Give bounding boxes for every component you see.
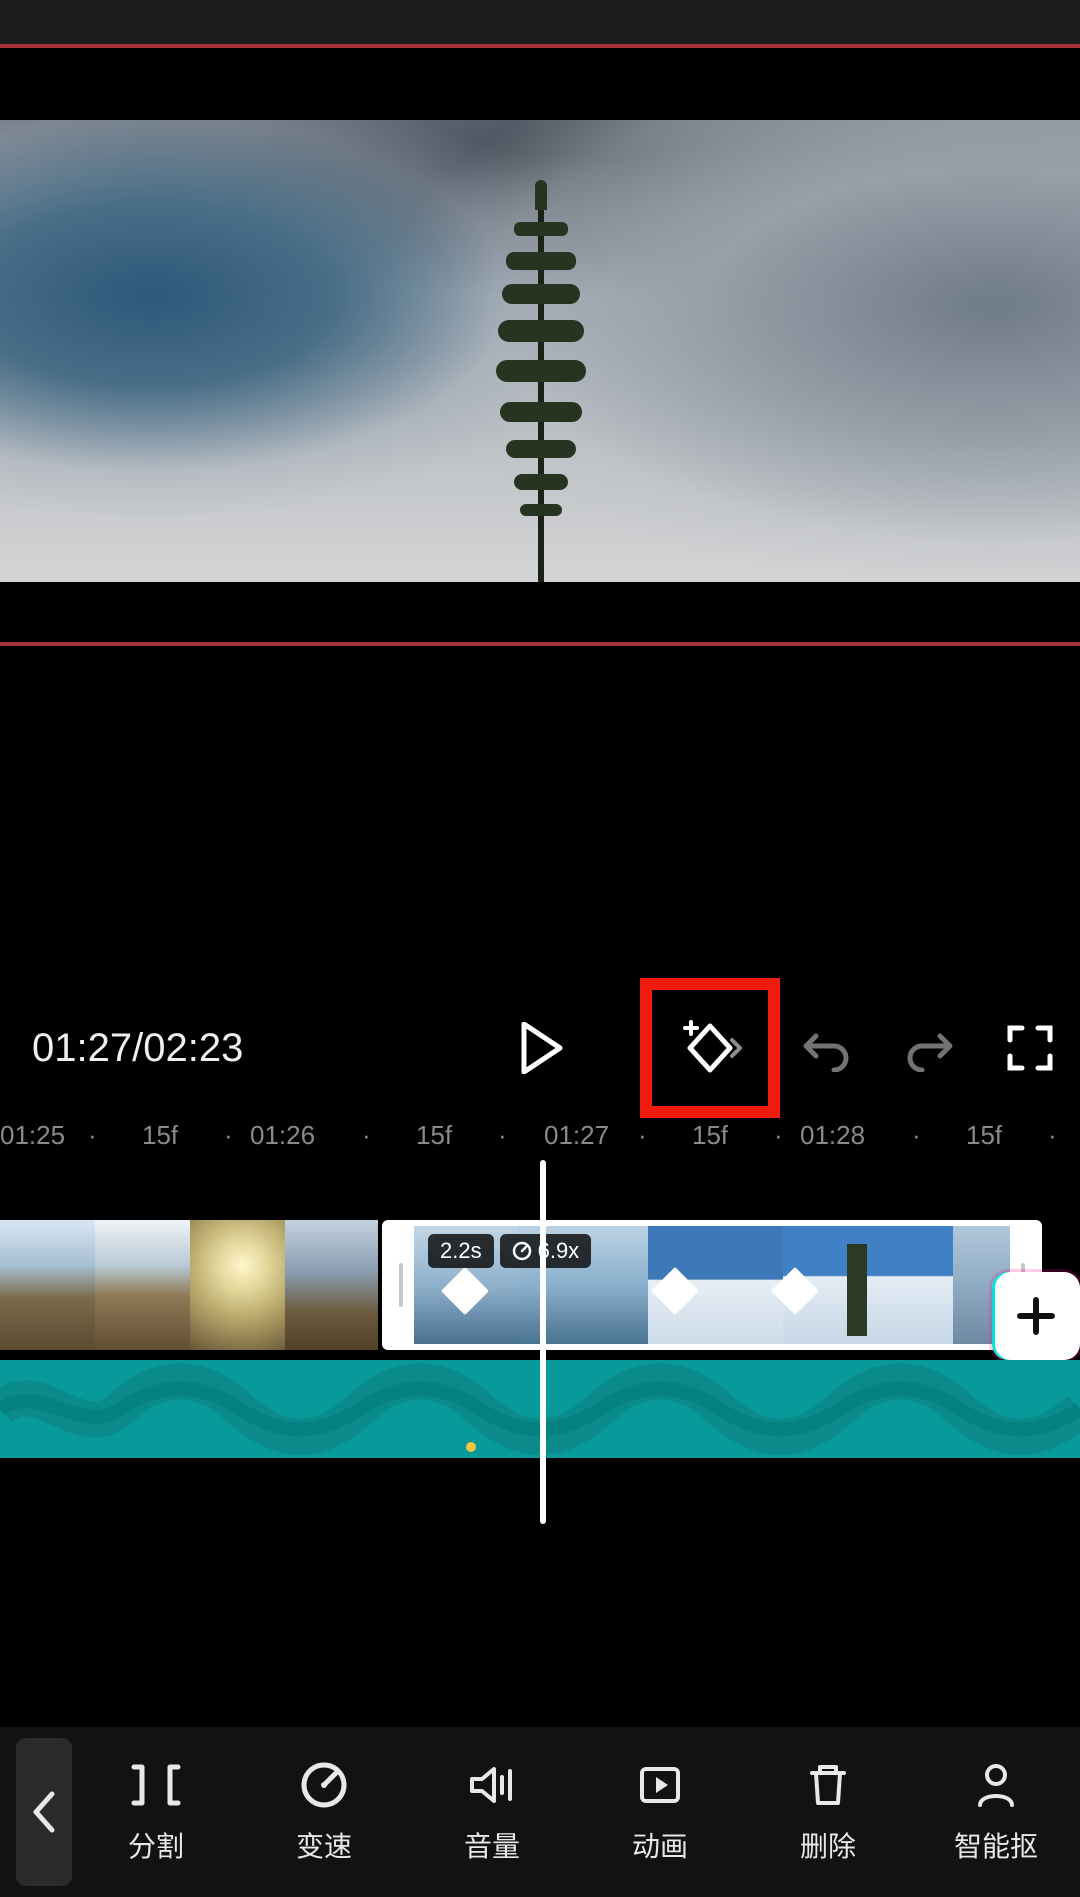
- ruler-tick: ·: [88, 1120, 97, 1151]
- keyframe-marker[interactable]: [448, 1274, 482, 1308]
- chevron-left-icon: [28, 1788, 60, 1836]
- toolbar-back-button[interactable]: [16, 1738, 72, 1886]
- keyframe-marker[interactable]: [658, 1274, 692, 1308]
- clip-selected[interactable]: 2.2s 6.9x: [382, 1220, 1042, 1350]
- playback-controls: 01:27/02:23: [0, 986, 1080, 1106]
- tool-speed[interactable]: 变速: [240, 1759, 408, 1865]
- tool-label: 变速: [296, 1825, 352, 1865]
- tool-label: 分割: [128, 1825, 184, 1865]
- time-display: 01:27/02:23: [32, 1026, 243, 1071]
- trash-icon: [802, 1759, 854, 1811]
- volume-icon: [466, 1759, 518, 1811]
- tool-label: 智能抠: [954, 1825, 1038, 1865]
- ruler-tick: ·: [638, 1120, 647, 1151]
- playhead[interactable]: [540, 1160, 546, 1524]
- ruler-tick: ·: [224, 1120, 233, 1151]
- play-icon: [520, 1022, 564, 1074]
- ruler-tick: ·: [362, 1120, 371, 1151]
- animation-icon: [634, 1759, 686, 1811]
- ruler-tick: ·: [1048, 1120, 1057, 1151]
- tool-label: 动画: [632, 1825, 688, 1865]
- ruler-tick: 15f: [142, 1120, 178, 1151]
- add-keyframe-button[interactable]: [672, 1010, 748, 1086]
- split-icon: [130, 1759, 182, 1811]
- play-button[interactable]: [512, 1018, 572, 1078]
- undo-icon: [800, 1024, 852, 1072]
- bottom-toolbar: 分割 变速 音量 动画 删除 智能抠: [0, 1727, 1080, 1897]
- clip-thumb: [190, 1220, 285, 1350]
- preview-frame: [0, 44, 1080, 646]
- ruler-tick: 01:27: [544, 1120, 609, 1151]
- preview-subject-tree: [496, 192, 586, 582]
- ruler-tick: 01:28: [800, 1120, 865, 1151]
- ruler-tick: ·: [912, 1120, 921, 1151]
- timeline-ruler[interactable]: 01:25 · 15f · 01:26 · 15f · 01:27 · 15f · 01:28 · 15f ·: [0, 1106, 1080, 1160]
- ruler-tick: 15f: [692, 1120, 728, 1151]
- person-icon: [970, 1759, 1022, 1811]
- clip-thumb: [95, 1220, 190, 1350]
- undo-button[interactable]: [796, 1018, 856, 1078]
- time-sep: /: [132, 1026, 143, 1070]
- duration-badge: 2.2s: [428, 1234, 494, 1268]
- status-band: [0, 0, 1080, 44]
- ruler-tick: 01:26: [250, 1120, 315, 1151]
- speed-icon: [512, 1241, 532, 1261]
- tool-label: 删除: [800, 1825, 856, 1865]
- video-preview[interactable]: [0, 120, 1080, 582]
- keyframe-marker[interactable]: [778, 1274, 812, 1308]
- tool-label: 音量: [464, 1825, 520, 1865]
- tool-animation[interactable]: 动画: [576, 1759, 744, 1865]
- redo-icon: [904, 1024, 956, 1072]
- add-keyframe-icon: [678, 1020, 742, 1076]
- current-time: 01:27: [32, 1026, 132, 1070]
- audio-marker: [466, 1442, 476, 1452]
- ruler-tick: 15f: [416, 1120, 452, 1151]
- diamond-icon: [441, 1267, 489, 1315]
- ruler-tick: 15f: [966, 1120, 1002, 1151]
- spacer: [0, 646, 1080, 986]
- clip-thumb: [0, 1220, 95, 1350]
- diamond-icon: [651, 1267, 699, 1315]
- fullscreen-button[interactable]: [1000, 1018, 1060, 1078]
- ruler-tick: ·: [498, 1120, 507, 1151]
- tool-split[interactable]: 分割: [72, 1759, 240, 1865]
- clip-unselected[interactable]: [0, 1220, 378, 1350]
- fullscreen-icon: [1006, 1024, 1054, 1072]
- clip-thumb: [285, 1220, 378, 1350]
- tool-volume[interactable]: 音量: [408, 1759, 576, 1865]
- speed-dial-icon: [298, 1759, 350, 1811]
- tool-smart-cutout[interactable]: 智能抠: [912, 1759, 1080, 1865]
- timeline[interactable]: 2.2s 6.9x: [0, 1160, 1080, 1680]
- ruler-tick: 01:25: [0, 1120, 65, 1151]
- ruler-tick: ·: [774, 1120, 783, 1151]
- diamond-icon: [771, 1267, 819, 1315]
- keyframe-markers: [388, 1274, 1036, 1310]
- clip-badges: 2.2s 6.9x: [428, 1234, 591, 1268]
- total-time: 02:23: [143, 1026, 243, 1070]
- redo-button[interactable]: [900, 1018, 960, 1078]
- tool-delete[interactable]: 删除: [744, 1759, 912, 1865]
